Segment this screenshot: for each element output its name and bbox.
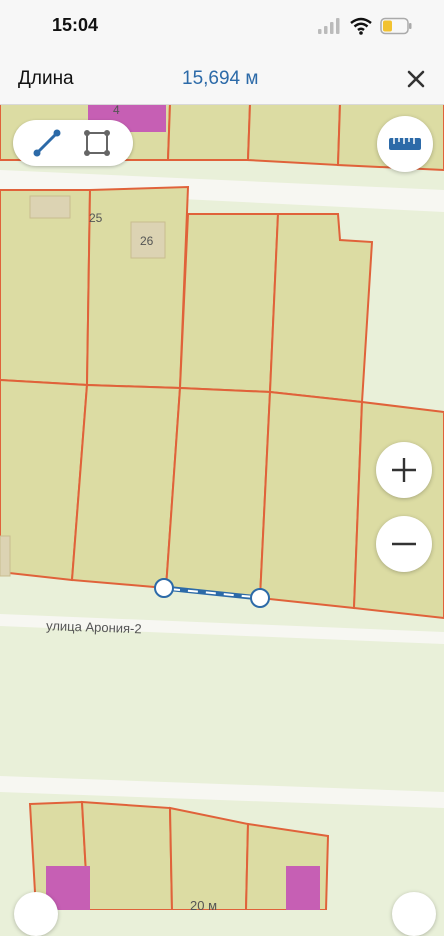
close-button[interactable]: [400, 64, 432, 94]
line-measure-icon: [33, 129, 61, 157]
plot-number: 25: [89, 211, 103, 225]
building: [0, 535, 11, 577]
building-pink: [286, 866, 320, 910]
status-time: 15:04: [52, 15, 99, 35]
cellular-signal-icon: [318, 18, 340, 34]
scale-label: 20 м: [190, 898, 217, 910]
measure-value: 15,694 м: [182, 68, 259, 89]
ruler-icon: [389, 138, 421, 150]
line-measure-button[interactable]: [25, 125, 69, 161]
area-measure-icon: [84, 130, 110, 156]
measure-handle-end[interactable]: [250, 588, 270, 608]
measure-header: Длина 15,694 м: [0, 52, 444, 105]
zoom-out-button[interactable]: [376, 516, 432, 572]
measure-handle-start[interactable]: [154, 578, 174, 598]
zoom-in-button[interactable]: [376, 442, 432, 498]
plus-icon: [392, 458, 416, 482]
minus-icon: [392, 542, 416, 546]
measure-label: Длина: [18, 68, 74, 89]
status-bar: 15:04: [0, 0, 444, 52]
area-measure-button[interactable]: [75, 125, 119, 161]
building: [29, 195, 71, 219]
close-icon: [407, 70, 425, 88]
battery-icon: [380, 17, 412, 35]
layers-button[interactable]: [392, 892, 436, 936]
plot-number: 4: [113, 103, 120, 117]
wifi-icon: [350, 17, 372, 35]
measure-tools: [13, 120, 133, 166]
ruler-button[interactable]: [377, 116, 433, 172]
locate-button[interactable]: [14, 892, 58, 936]
plot-number: 26: [140, 234, 154, 248]
